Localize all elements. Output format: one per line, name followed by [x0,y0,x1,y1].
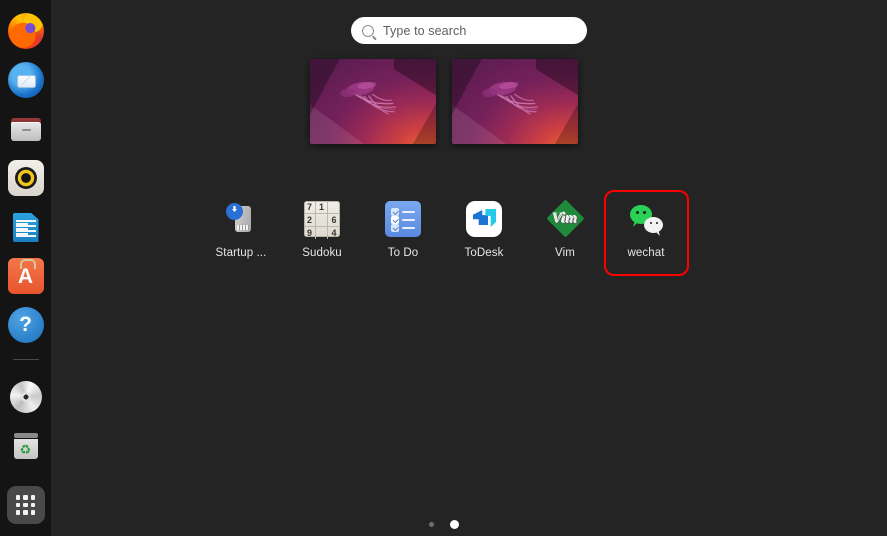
workspace-thumbnail-2[interactable] [451,58,578,144]
jellyfish-artwork [340,82,397,115]
dock-item-help[interactable] [7,307,44,343]
page-dot-2[interactable] [449,519,459,529]
app-icon-startup-disk-creator[interactable]: Startup ... [201,192,282,274]
app-icon-to-do[interactable]: To Do [363,192,444,274]
search-entry[interactable]: Type to search [351,17,587,44]
dock-item-firefox[interactable] [7,13,44,49]
sudoku-grid-icon: 7 1 2 6 9 4 [304,201,340,239]
jellyfish-artwork [482,82,539,115]
vim-icon [547,201,583,237]
app-label: Sudoku [302,247,342,259]
search-placeholder: Type to search [383,23,467,38]
app-icon-wechat[interactable]: wechat [606,192,687,274]
page-dot-1[interactable] [428,521,434,527]
app-label: Startup ... [215,247,267,259]
app-label: ToDesk [464,247,504,259]
app-grid-page: Startup ... 7 1 2 6 9 4 Sudoku To Do ToD… [0,192,887,274]
app-label: wechat [627,247,665,259]
workspace-thumbnail-1[interactable] [309,58,436,144]
app-label: To Do [387,247,419,259]
todesk-icon [466,201,502,237]
usb-startup-disk-icon [223,201,259,237]
workspace-thumbnails [0,57,887,145]
app-label: Vim [555,247,575,259]
app-grid-icon [15,495,36,515]
dock-item-rhythmbox[interactable] [7,160,44,196]
app-icon-todesk[interactable]: ToDesk [444,192,525,274]
page-indicator [0,516,887,532]
trash-icon: ♻ [19,442,32,457]
dock-item-trash[interactable]: ♻ [8,428,44,464]
wechat-icon [628,201,664,237]
app-icon-sudoku[interactable]: 7 1 2 6 9 4 Sudoku [282,192,363,274]
search-icon [362,24,374,37]
dock-separator [12,359,39,360]
files-icon [21,129,31,131]
dock-item-optical-disc[interactable] [8,379,44,415]
checklist-icon [385,201,421,237]
app-icon-vim[interactable]: Vim [525,192,606,274]
